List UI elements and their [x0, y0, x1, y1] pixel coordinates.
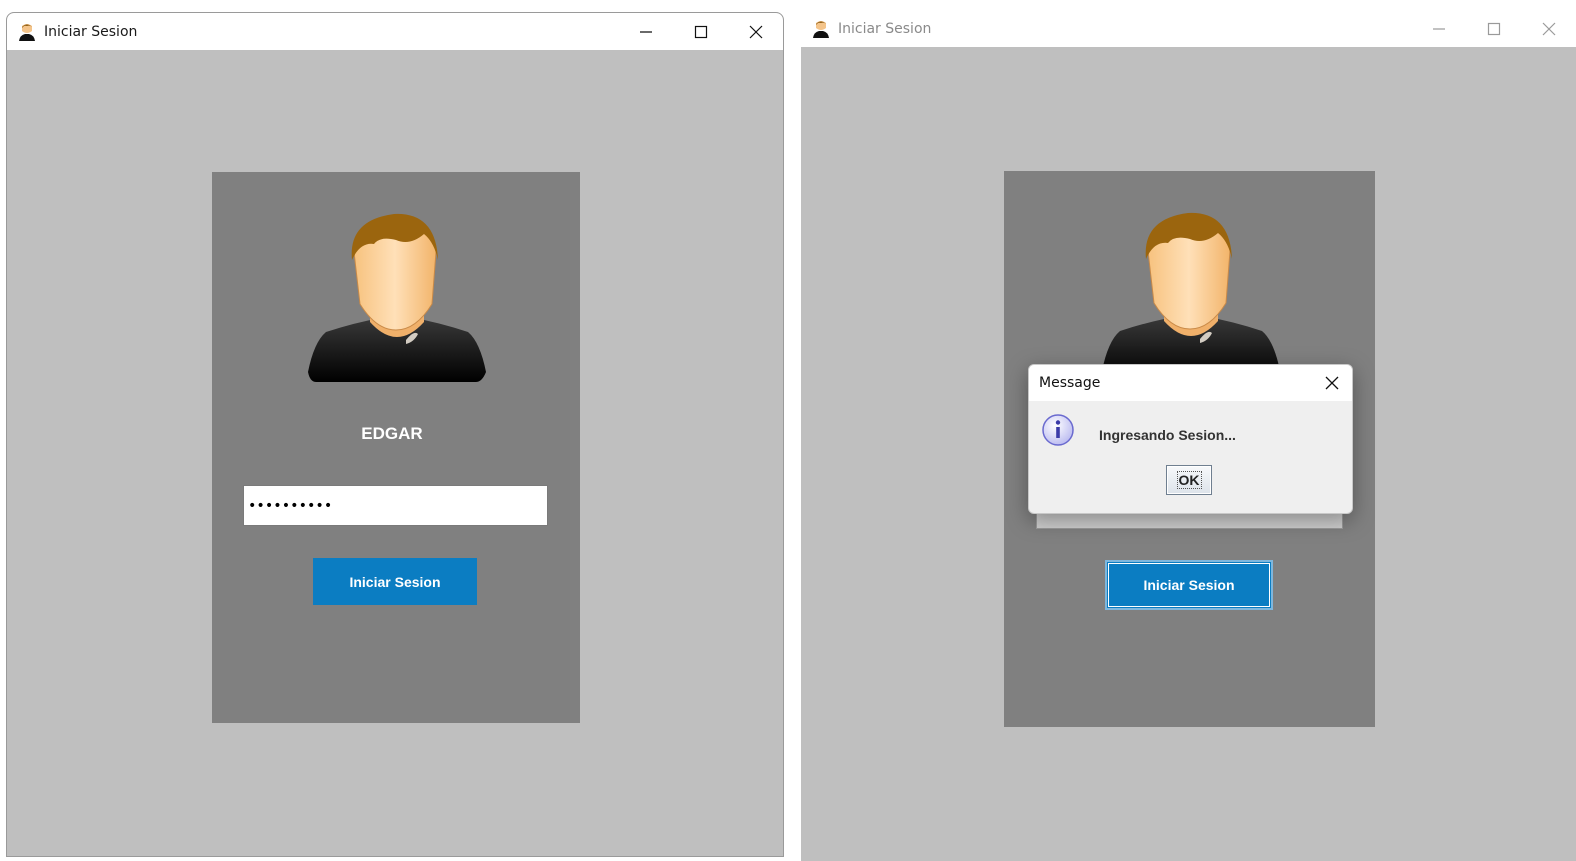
user-icon [17, 22, 37, 42]
password-field[interactable] [243, 485, 548, 526]
minimize-button[interactable] [1411, 10, 1466, 47]
window-title: Iniciar Sesion [44, 23, 138, 40]
minimize-icon [1432, 27, 1445, 30]
login-panel: EDGAR Iniciar Sesion [212, 172, 580, 723]
dialog-title: Message [1039, 375, 1101, 391]
minimize-icon [639, 30, 652, 33]
dialog-close-button[interactable] [1322, 373, 1342, 393]
maximize-icon [694, 25, 707, 38]
close-button[interactable] [728, 13, 783, 50]
maximize-button[interactable] [673, 13, 728, 50]
window-title: Iniciar Sesion [838, 20, 932, 37]
minimize-button[interactable] [618, 13, 673, 50]
close-icon [749, 25, 762, 38]
info-icon [1042, 414, 1074, 446]
user-icon [811, 19, 831, 39]
close-button[interactable] [1521, 10, 1576, 47]
login-button[interactable]: Iniciar Sesion [1105, 560, 1273, 610]
login-button[interactable]: Iniciar Sesion [313, 558, 477, 605]
username-label: EDGAR [361, 424, 423, 443]
close-icon [1325, 376, 1339, 390]
close-icon [1542, 22, 1555, 35]
maximize-icon [1487, 22, 1500, 35]
avatar [1102, 212, 1280, 381]
ok-button-label: OK [1176, 471, 1202, 489]
avatar [308, 213, 486, 382]
title-bar[interactable]: Iniciar Sesion [801, 10, 1576, 47]
dialog-message: Ingresando Sesion... [1099, 427, 1236, 443]
maximize-button[interactable] [1466, 10, 1521, 47]
login-window-inactive: Iniciar Sesion Iniciar Sesion Message In… [801, 10, 1576, 861]
message-dialog: Message Ingresando Sesion... OK [1028, 364, 1353, 514]
dialog-title-bar[interactable]: Message [1029, 365, 1352, 401]
ok-button[interactable]: OK [1166, 465, 1212, 495]
title-bar[interactable]: Iniciar Sesion [7, 13, 783, 50]
login-window: Iniciar Sesion EDGAR •••••••••• Iniciar … [6, 12, 784, 857]
